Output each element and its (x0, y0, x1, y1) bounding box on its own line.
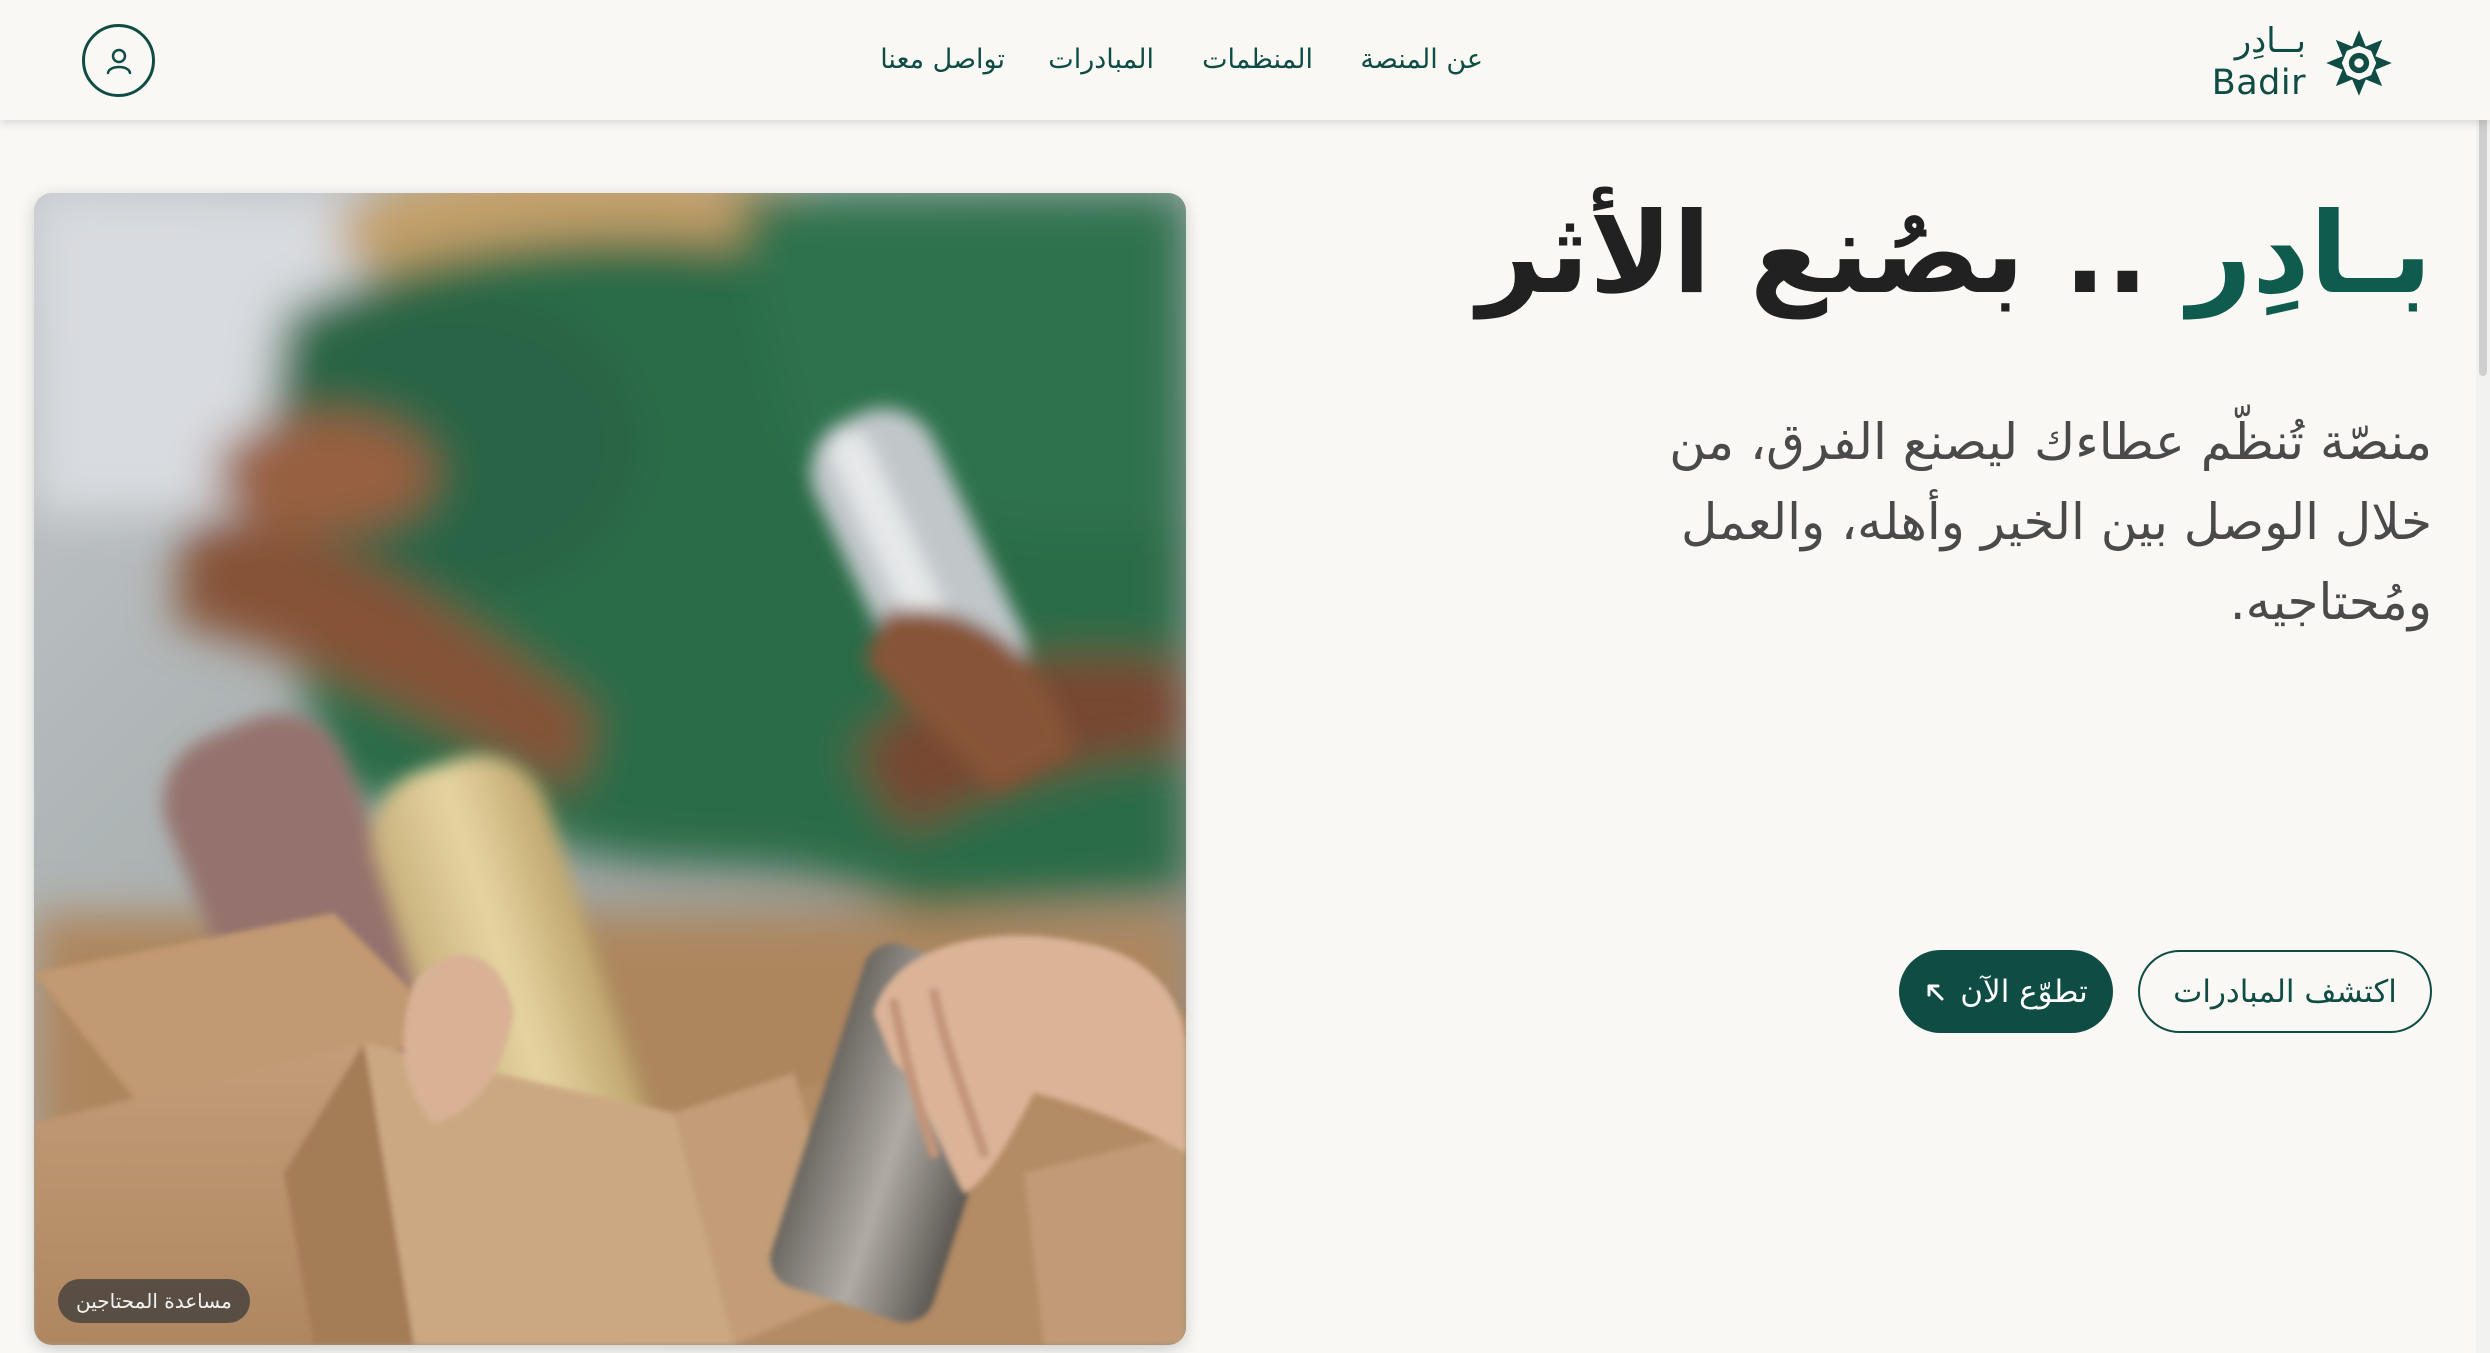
brand-name-arabic: بــادِر (2234, 21, 2306, 61)
hero-title: بـادِر .. بصُنع الأثر (1477, 182, 2432, 328)
nav-item-organizations[interactable]: المنظمات (1202, 44, 1313, 76)
hero-image: مساعدة المحتاجين (34, 193, 1186, 1345)
volunteers-packing-food-photo (34, 193, 1186, 1345)
main-nav: عن المنصة المنظمات المبادرات تواصل معنا (0, 0, 2490, 120)
brand-name-english: Badir (2211, 63, 2306, 103)
site-header: بــادِر Badir عن المنصة المنظمات المبادر… (0, 0, 2490, 120)
page: بــادِر Badir عن المنصة المنظمات المبادر… (0, 0, 2490, 1353)
image-caption-badge: مساعدة المحتاجين (58, 1279, 250, 1323)
hero-title-accent: بـادِر (2187, 189, 2432, 319)
badir-logo-icon (2326, 30, 2392, 96)
nav-item-about[interactable]: عن المنصة (1360, 44, 1483, 76)
page-scrollbar[interactable] (2476, 0, 2490, 1353)
profile-button[interactable] (82, 24, 155, 97)
arrow-up-left-icon (1924, 981, 1946, 1003)
hero-description: منصّة تُنظّم عطاءك ليصنع الفرق، من خلال … (1669, 413, 2432, 631)
volunteer-now-button[interactable]: تطوّع الآن (1899, 950, 2113, 1033)
nav-item-contact[interactable]: تواصل معنا (880, 44, 1005, 76)
user-icon (106, 48, 131, 74)
hero-title-rest: .. بصُنع الأثر (1477, 189, 2188, 319)
discover-initiatives-button[interactable]: اكتشف المبادرات (2138, 950, 2432, 1033)
volunteer-now-label: تطوّع الآن (1960, 973, 2088, 1010)
brand-logo[interactable]: بــادِر Badir (2208, 20, 2398, 106)
nav-item-initiatives[interactable]: المبادرات (1048, 44, 1154, 76)
